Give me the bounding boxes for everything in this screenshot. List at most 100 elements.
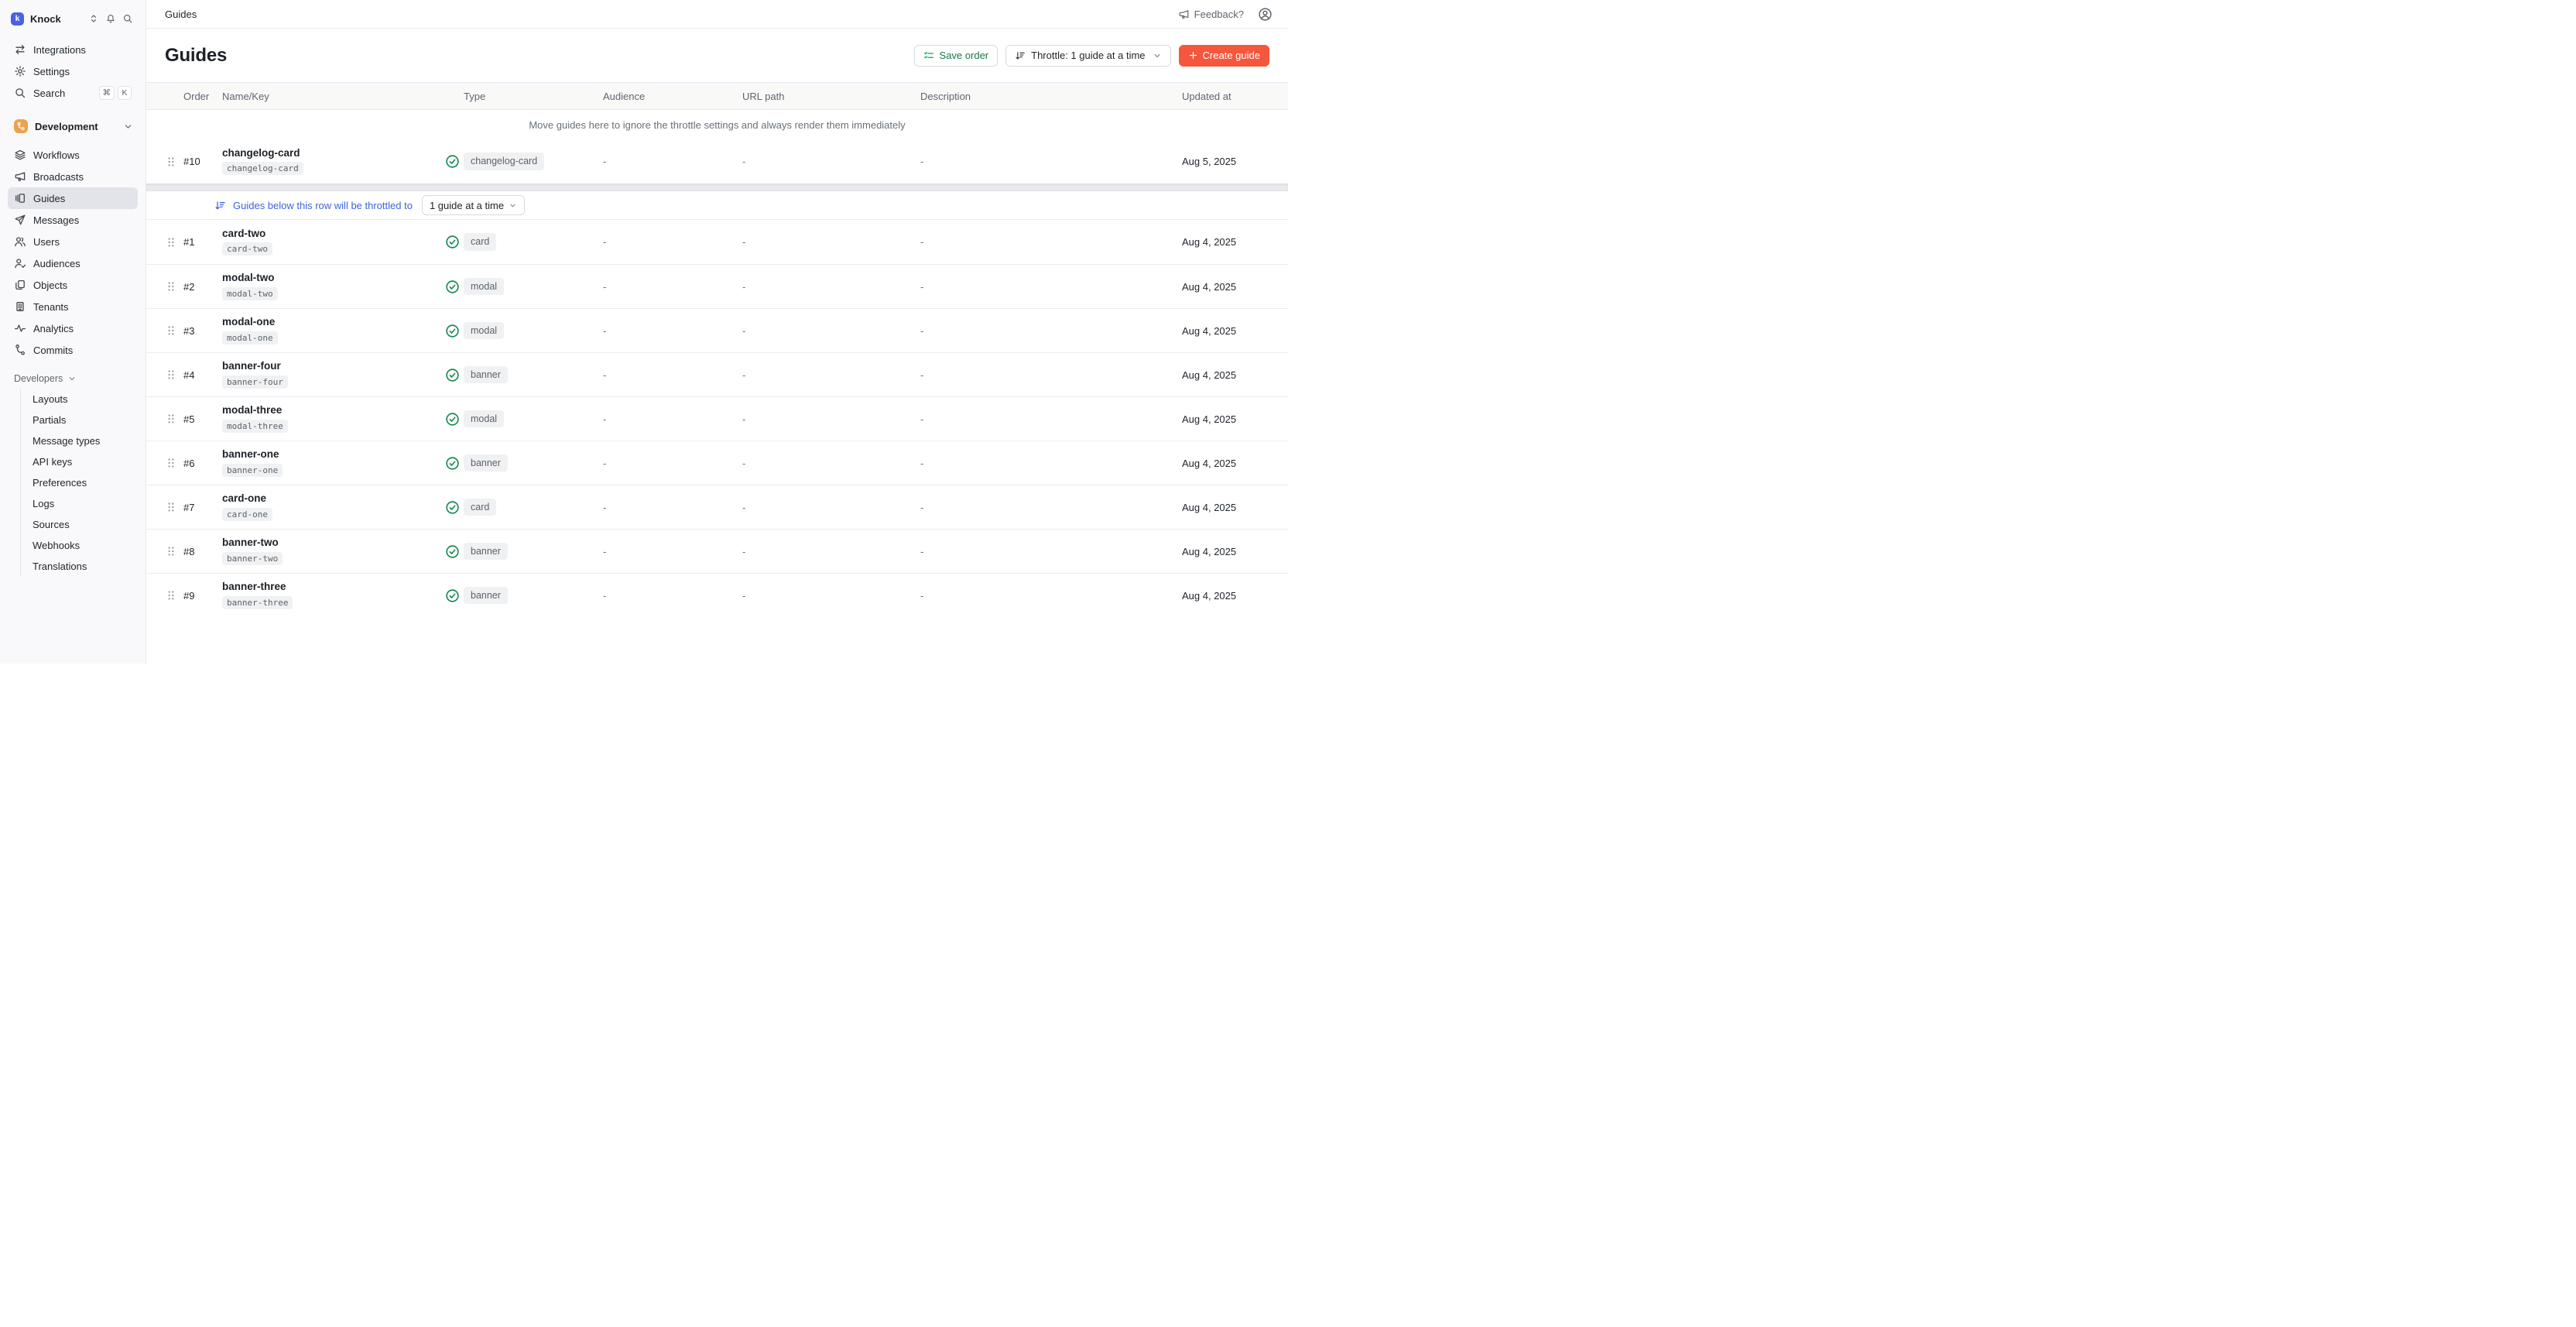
sidebar-item-objects[interactable]: Objects — [8, 274, 138, 296]
sidebar-item-integrations[interactable]: Integrations — [8, 39, 138, 60]
sidebar-item-audiences[interactable]: Audiences — [8, 252, 138, 274]
unthrottled-dropzone-banner: Move guides here to ignore the throttle … — [146, 110, 1288, 139]
guide-audience: - — [603, 590, 742, 602]
paper-plane-icon — [14, 214, 26, 226]
sidebar-item-search[interactable]: Search⌘K — [8, 82, 138, 104]
sidebar-subitem-partials[interactable]: Partials — [26, 410, 138, 430]
guide-order: #6 — [183, 458, 222, 469]
guide-audience: - — [603, 156, 742, 167]
throttle-setting-button[interactable]: Throttle: 1 guide at a time — [1005, 45, 1170, 67]
save-order-button[interactable]: Save order — [914, 45, 999, 67]
layers-icon — [14, 149, 26, 161]
sidebar-subitem-logs[interactable]: Logs — [26, 493, 138, 514]
status-active-check-icon — [445, 588, 460, 603]
status-active-check-icon — [445, 235, 460, 249]
sidebar-item-users[interactable]: Users — [8, 231, 138, 252]
throttle-count-select[interactable]: 1 guide at a time — [422, 195, 525, 215]
guide-row[interactable]: #9banner-threebanner-threebanner---Aug 4… — [146, 573, 1288, 617]
guide-audience: - — [603, 281, 742, 293]
status-active-check-icon — [445, 500, 460, 515]
drag-handle-icon[interactable] — [165, 156, 177, 168]
notifications-button[interactable] — [102, 10, 119, 27]
sidebar-item-broadcasts[interactable]: Broadcasts — [8, 166, 138, 187]
account-menu-button[interactable] — [1258, 7, 1273, 22]
drag-handle-icon[interactable] — [165, 457, 177, 469]
guide-audience: - — [603, 502, 742, 513]
sidebar-subitem-label: Translations — [33, 561, 87, 572]
guide-row[interactable]: #3modal-onemodal-onemodal---Aug 4, 2025 — [146, 308, 1288, 352]
sidebar-item-tenants[interactable]: Tenants — [8, 296, 138, 317]
guide-type-badge: card — [464, 233, 496, 251]
guide-row[interactable]: #1card-twocard-twocard---Aug 4, 2025 — [146, 220, 1288, 264]
drag-handle-icon[interactable] — [165, 413, 177, 425]
sidebar-item-messages[interactable]: Messages — [8, 209, 138, 231]
sidebar-item-commits[interactable]: Commits — [8, 339, 138, 361]
sidebar-subitem-preferences[interactable]: Preferences — [26, 472, 138, 493]
guide-url-path: - — [742, 281, 920, 293]
guide-type-badge: modal — [464, 322, 504, 340]
guide-row[interactable]: #2modal-twomodal-twomodal---Aug 4, 2025 — [146, 264, 1288, 308]
sidebar-subitem-message-types[interactable]: Message types — [26, 430, 138, 451]
create-guide-button[interactable]: Create guide — [1179, 45, 1269, 67]
sidebar-subitem-translations[interactable]: Translations — [26, 556, 138, 577]
integrations-icon — [14, 43, 26, 56]
throttle-count-value: 1 guide at a time — [430, 200, 504, 211]
sidebar-subitem-sources[interactable]: Sources — [26, 514, 138, 535]
drag-handle-icon[interactable] — [165, 501, 177, 513]
status-active-check-icon — [445, 544, 460, 559]
drag-handle-icon[interactable] — [165, 324, 177, 337]
guide-name: banner-three — [222, 581, 286, 592]
guide-audience: - — [603, 325, 742, 337]
sidebar-subitem-layouts[interactable]: Layouts — [26, 389, 138, 410]
search-icon — [14, 87, 26, 99]
workspace-row-development[interactable]: Development — [8, 115, 138, 138]
kbd-key: ⌘ — [99, 86, 115, 100]
guide-name: card-one — [222, 493, 266, 504]
sidebar-subitem-webhooks[interactable]: Webhooks — [26, 535, 138, 556]
workspace-switcher-button[interactable] — [85, 10, 102, 27]
sidebar-subitem-label: Partials — [33, 414, 66, 426]
guide-row[interactable]: #7card-onecard-onecard---Aug 4, 2025 — [146, 485, 1288, 529]
guide-row[interactable]: #4banner-fourbanner-fourbanner---Aug 4, … — [146, 352, 1288, 396]
guide-name: banner-one — [222, 449, 279, 460]
guide-key-chip: card-one — [222, 508, 272, 521]
drag-handle-icon[interactable] — [165, 545, 177, 557]
guide-row[interactable]: #6banner-onebanner-onebanner---Aug 4, 20… — [146, 441, 1288, 485]
sidebar-item-guides[interactable]: Guides — [8, 187, 138, 209]
sidebar-item-label: Integrations — [33, 44, 86, 56]
sidebar-item-settings[interactable]: Settings — [8, 60, 138, 82]
guide-row[interactable]: #10changelog-cardchangelog-cardchangelog… — [146, 139, 1288, 183]
search-button[interactable] — [119, 10, 136, 27]
guide-description: - — [920, 236, 1182, 248]
guide-row[interactable]: #8banner-twobanner-twobanner---Aug 4, 20… — [146, 529, 1288, 573]
column-header-audience: Audience — [603, 91, 742, 102]
column-header-desc: Description — [920, 91, 1182, 102]
guide-updated-at: Aug 4, 2025 — [1182, 281, 1269, 293]
drag-handle-icon[interactable] — [165, 369, 177, 381]
developers-sub-list: Layouts Partials Message typesAPI keysPref… — [20, 389, 138, 577]
sort-descending-icon — [1015, 50, 1026, 61]
drag-handle-icon[interactable] — [165, 236, 177, 249]
guide-name-key: card-one card-one — [222, 493, 445, 521]
guide-row[interactable]: #5modal-threemodal-threemodal---Aug 4, 2… — [146, 396, 1288, 441]
guide-url-path: - — [742, 413, 920, 425]
sidebar-item-workflows[interactable]: Workflows — [8, 144, 138, 166]
feedback-button[interactable]: Feedback? — [1178, 9, 1244, 20]
guide-name: modal-three — [222, 405, 282, 416]
sidebar-subitem-label: Webhooks — [33, 540, 80, 551]
throttle-divider-link[interactable]: Guides below this row will be throttled … — [233, 200, 413, 211]
sidebar-subitem-api-keys[interactable]: API keys — [26, 451, 138, 472]
drag-handle-icon[interactable] — [165, 589, 177, 602]
developers-section-toggle[interactable]: Developers — [8, 369, 138, 389]
guide-audience: - — [603, 236, 742, 248]
sidebar-item-analytics[interactable]: Analytics — [8, 317, 138, 339]
guide-updated-at: Aug 4, 2025 — [1182, 369, 1269, 381]
table-header: OrderName/KeyTypeAudienceURL pathDescrip… — [146, 82, 1288, 110]
bell-icon — [105, 13, 116, 24]
sidebar-item-label: Workflows — [33, 149, 80, 161]
drag-handle-icon[interactable] — [165, 280, 177, 293]
guide-description: - — [920, 369, 1182, 381]
column-header-order: Order — [183, 91, 222, 102]
column-header-type: Type — [464, 91, 603, 102]
knock-app: k Knock IntegrationsSettingsSearch⌘K Dev… — [0, 0, 1288, 664]
